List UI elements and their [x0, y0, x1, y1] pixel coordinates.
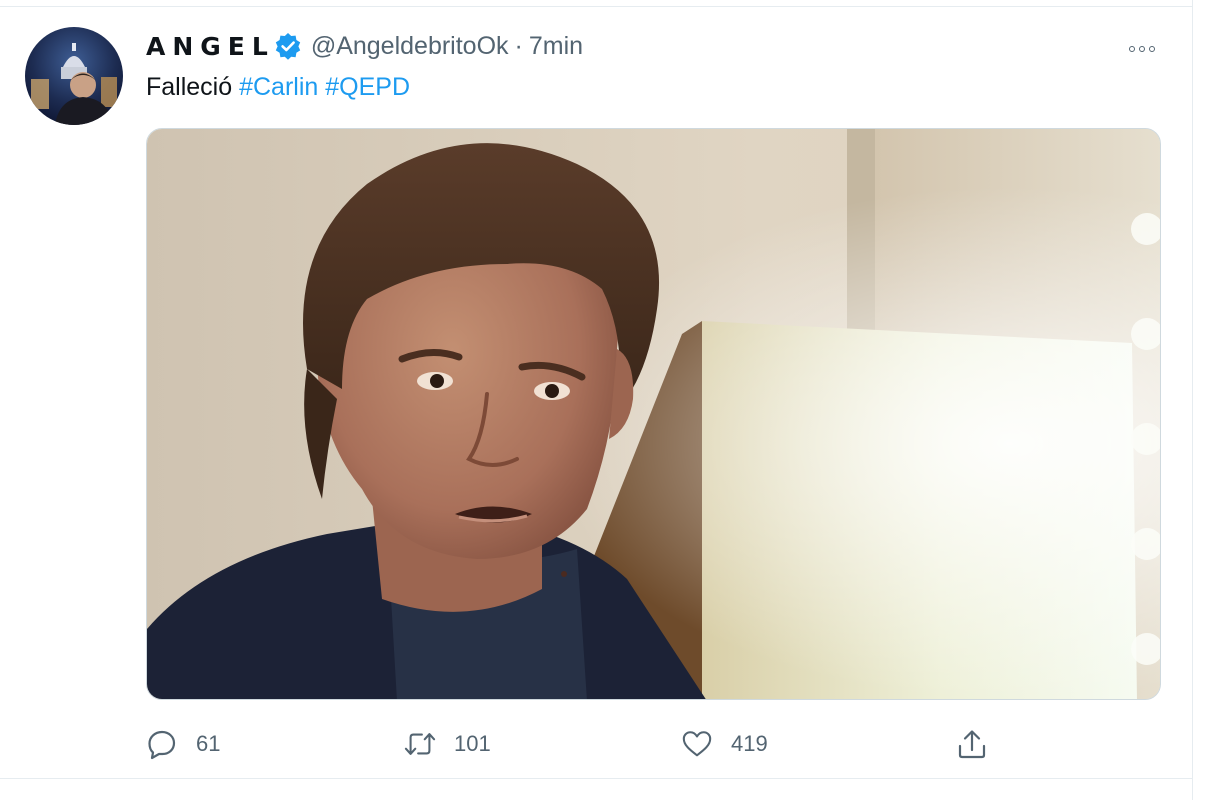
- avatar[interactable]: [25, 27, 123, 125]
- page: ANGEL @AngeldebritoOk · 7min Falleció #C…: [0, 0, 1210, 800]
- heart-icon: [681, 728, 713, 760]
- tweet-text: Falleció #Carlin #QEPD: [146, 73, 410, 102]
- tweet-photo[interactable]: [146, 128, 1161, 700]
- hashtag-carlin[interactable]: #Carlin: [239, 73, 318, 101]
- reply-icon: [146, 728, 178, 760]
- timestamp[interactable]: 7min: [529, 32, 583, 61]
- retweet-count: 101: [454, 731, 491, 756]
- retweet-icon: [404, 728, 436, 760]
- verified-badge-icon: [273, 31, 303, 61]
- tweet-actions: 61 101 419: [146, 722, 1026, 766]
- reply-count: 61: [196, 731, 221, 756]
- author-handle[interactable]: @AngeldebritoOk: [311, 32, 509, 61]
- hashtag-qepd[interactable]: #QEPD: [325, 73, 410, 101]
- more-options-icon[interactable]: [1120, 35, 1164, 63]
- like-count: 419: [731, 731, 768, 756]
- divider-bottom: [0, 778, 1192, 779]
- like-button[interactable]: 419: [681, 722, 768, 766]
- retweet-button[interactable]: 101: [404, 722, 491, 766]
- tweet-header: ANGEL @AngeldebritoOk · 7min: [146, 29, 583, 63]
- tweet[interactable]: ANGEL @AngeldebritoOk · 7min Falleció #C…: [0, 7, 1192, 778]
- share-icon: [956, 728, 988, 760]
- share-button[interactable]: [956, 722, 988, 766]
- reply-button[interactable]: 61: [146, 722, 220, 766]
- display-name[interactable]: ANGEL: [146, 32, 275, 61]
- separator-dot: ·: [514, 31, 523, 60]
- divider-right: [1192, 0, 1193, 800]
- tweet-text-prefix: Falleció: [146, 73, 240, 101]
